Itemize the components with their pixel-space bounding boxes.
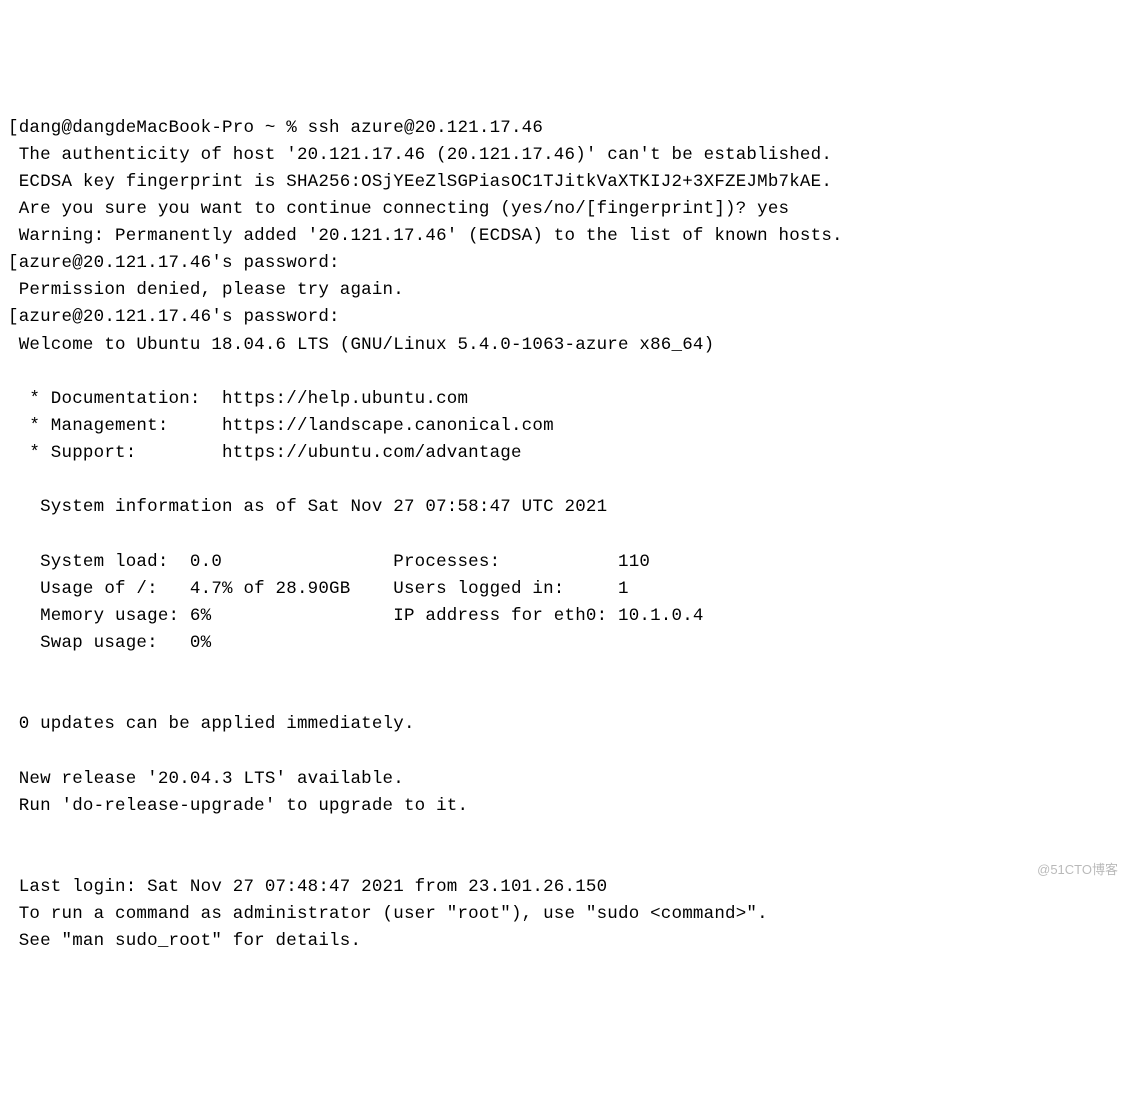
terminal-line: * Management: https://landscape.canonica… (8, 416, 554, 436)
terminal-line: Last login: Sat Nov 27 07:48:47 2021 fro… (8, 877, 607, 897)
watermark: @51CTO博客 (1037, 860, 1118, 880)
terminal-line: Usage of /: 4.7% of 28.90GB Users logged… (8, 579, 629, 599)
terminal-line: Run 'do-release-upgrade' to upgrade to i… (8, 796, 468, 816)
terminal-line: [dang@dangdeMacBook-Pro ~ % ssh azure@20… (8, 118, 543, 138)
terminal-line: To run a command as administrator (user … (8, 904, 768, 924)
terminal-line: New release '20.04.3 LTS' available. (8, 769, 404, 789)
terminal-line: System information as of Sat Nov 27 07:5… (8, 497, 607, 517)
terminal-line: The authenticity of host '20.121.17.46 (… (8, 145, 832, 165)
terminal-line: Swap usage: 0% (8, 633, 211, 653)
terminal-line: [azure@20.121.17.46's password: (8, 307, 340, 327)
terminal-line: Warning: Permanently added '20.121.17.46… (8, 226, 843, 246)
terminal-line: Memory usage: 6% IP address for eth0: 10… (8, 606, 704, 626)
terminal-line: Welcome to Ubuntu 18.04.6 LTS (GNU/Linux… (8, 335, 714, 355)
terminal-output[interactable]: [dang@dangdeMacBook-Pro ~ % ssh azure@20… (8, 115, 1122, 956)
terminal-line: Are you sure you want to continue connec… (8, 199, 789, 219)
terminal-line: System load: 0.0 Processes: 110 (8, 552, 650, 572)
terminal-line: 0 updates can be applied immediately. (8, 714, 415, 734)
terminal-line: * Support: https://ubuntu.com/advantage (8, 443, 522, 463)
terminal-line: [azure@20.121.17.46's password: (8, 253, 340, 273)
terminal-line: ECDSA key fingerprint is SHA256:OSjYEeZl… (8, 172, 832, 192)
terminal-line: * Documentation: https://help.ubuntu.com (8, 389, 468, 409)
terminal-line: Permission denied, please try again. (8, 280, 404, 300)
terminal-line: See "man sudo_root" for details. (8, 931, 361, 951)
